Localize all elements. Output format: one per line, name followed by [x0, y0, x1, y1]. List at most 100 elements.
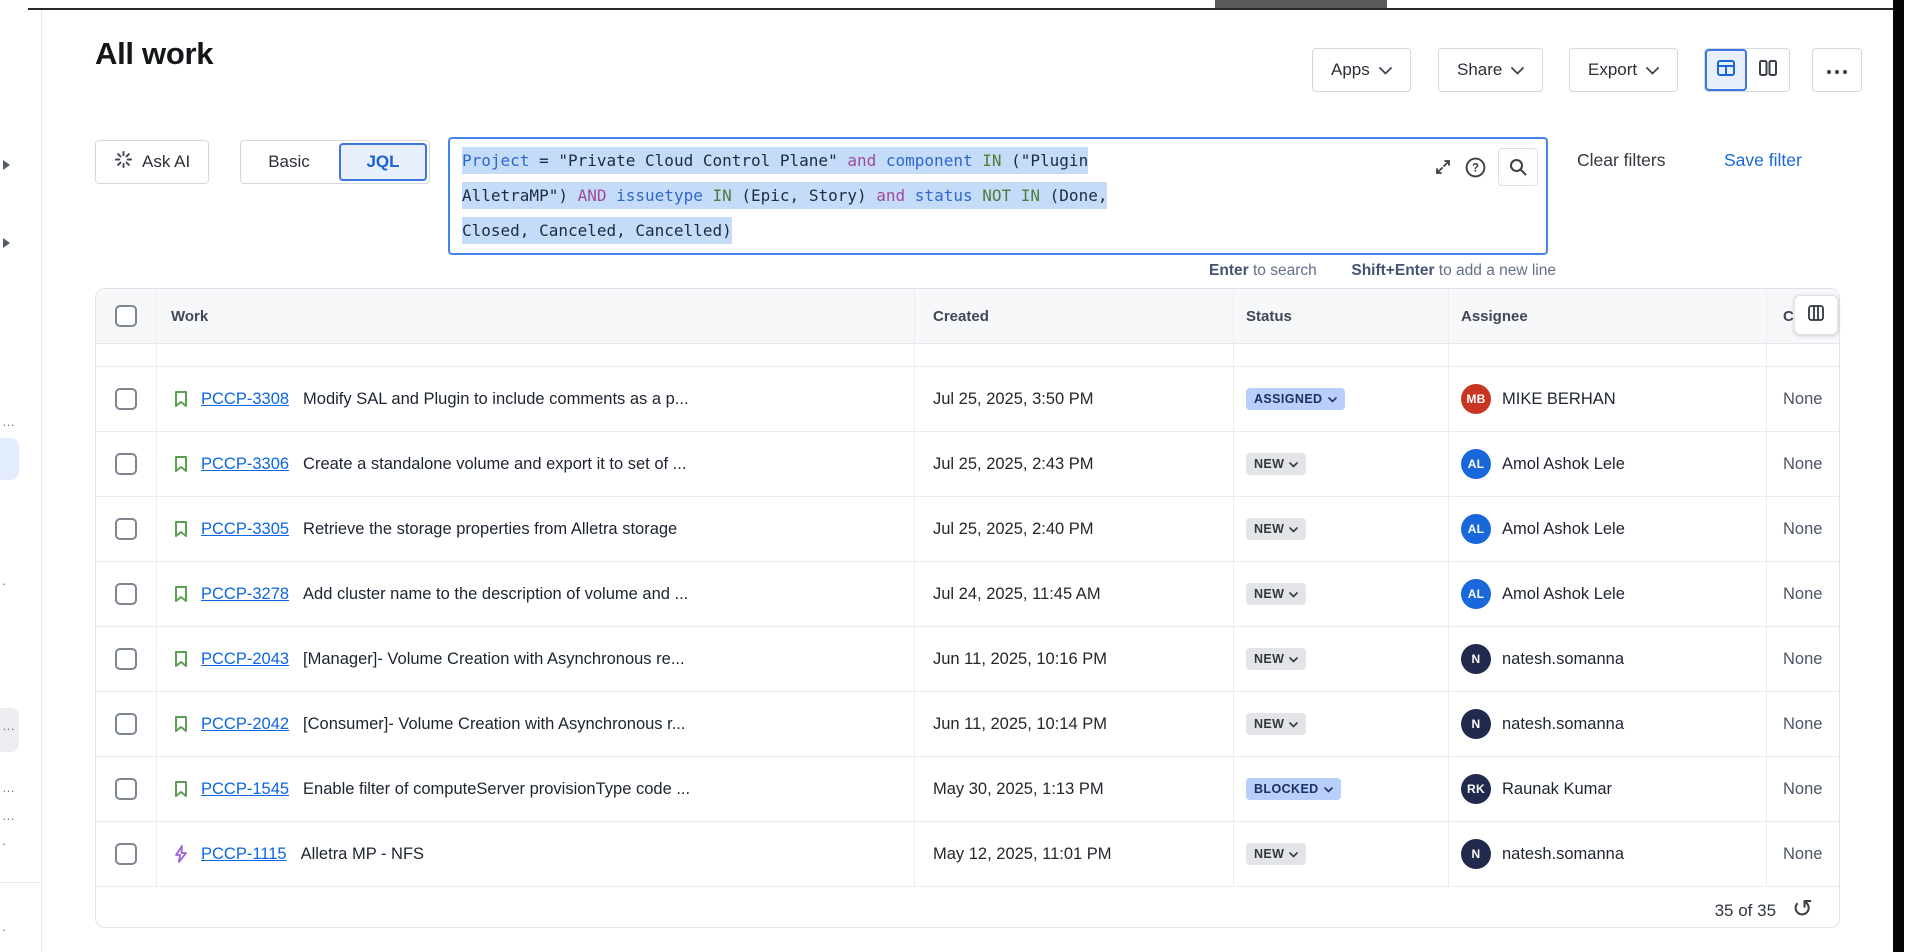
refresh-icon[interactable]: ↺ [1792, 897, 1813, 921]
chevron-down-icon [1289, 717, 1298, 731]
status-label: NEW [1254, 587, 1284, 601]
column-header-status[interactable]: Status [1233, 289, 1448, 343]
table-row[interactable]: PCCP-3306 Create a standalone volume and… [96, 432, 1839, 497]
issue-key-link[interactable]: PCCP-2042 [201, 715, 289, 734]
status-badge[interactable]: ASSIGNED [1246, 388, 1345, 410]
row-checkbox[interactable] [115, 648, 137, 670]
avatar: RK [1461, 774, 1491, 804]
ask-ai-button[interactable]: Ask AI [95, 140, 209, 184]
sidebar-item-fragment[interactable]: · [2, 836, 8, 851]
row-checkbox[interactable] [115, 518, 137, 540]
issue-key-link[interactable]: PCCP-3305 [201, 520, 289, 539]
extra-column-value: None [1766, 367, 1840, 431]
assignee-cell[interactable]: AL Amol Ashok Lele [1448, 432, 1766, 496]
help-icon[interactable]: ? [1464, 156, 1487, 179]
chevron-down-icon [1289, 652, 1298, 666]
save-filter-button[interactable]: Save filter [1724, 150, 1802, 171]
issue-key-link[interactable]: PCCP-3308 [201, 390, 289, 409]
assignee-cell[interactable]: AL Amol Ashok Lele [1448, 562, 1766, 626]
assignee-cell[interactable]: N natesh.somanna [1448, 627, 1766, 691]
issue-key-link[interactable]: PCCP-1545 [201, 780, 289, 799]
apps-button-label: Apps [1331, 60, 1370, 80]
sidebar-item-fragment[interactable]: … [2, 780, 17, 795]
list-view-toggle[interactable] [1705, 49, 1747, 91]
status-badge[interactable]: BLOCKED [1246, 778, 1341, 800]
issue-key-link[interactable]: PCCP-2043 [201, 650, 289, 669]
chevron-down-icon [1328, 392, 1337, 406]
chevron-right-icon[interactable] [3, 160, 10, 170]
sidebar-item-fragment[interactable]: … [2, 808, 17, 823]
row-checkbox[interactable] [115, 583, 137, 605]
table-row[interactable]: PCCP-1545 Enable filter of computeServer… [96, 757, 1839, 822]
table-row[interactable]: PCCP-3305 Retrieve the storage propertie… [96, 497, 1839, 562]
more-actions-button[interactable] [1812, 48, 1862, 92]
table-row-partial [96, 344, 1839, 367]
issue-key-link[interactable]: PCCP-3306 [201, 455, 289, 474]
row-checkbox[interactable] [115, 778, 137, 800]
column-header-work[interactable]: Work [156, 289, 914, 343]
assignee-cell[interactable]: N natesh.somanna [1448, 822, 1766, 886]
detail-view-toggle[interactable] [1747, 49, 1789, 91]
table-view-icon [1715, 57, 1737, 84]
issue-key-link[interactable]: PCCP-3278 [201, 585, 289, 604]
ellipsis-icon [1826, 60, 1848, 80]
jql-editor[interactable]: Project = "Private Cloud Control Plane" … [448, 137, 1548, 255]
status-badge[interactable]: NEW [1246, 713, 1306, 735]
table-row[interactable]: PCCP-2043 [Manager]- Volume Creation wit… [96, 627, 1839, 692]
jql-mode-tab[interactable]: JQL [339, 143, 427, 181]
row-checkbox[interactable] [115, 843, 137, 865]
column-header-created[interactable]: Created [914, 289, 1233, 343]
table-row[interactable]: PCCP-1115 Alletra MP - NFS May 12, 2025,… [96, 822, 1839, 887]
expand-icon[interactable] [1433, 157, 1453, 177]
sidebar-item-fragment[interactable]: … [2, 718, 17, 733]
assignee-cell[interactable]: N natesh.somanna [1448, 692, 1766, 756]
extra-column-value: None [1766, 562, 1840, 626]
columns-icon [1806, 303, 1826, 328]
sidebar-selected-item-fragment[interactable] [0, 438, 19, 480]
jql-query-text[interactable]: Project = "Private Cloud Control Plane" … [462, 143, 1426, 248]
issue-key-link[interactable]: PCCP-1115 [201, 845, 287, 864]
column-header-assignee[interactable]: Assignee [1448, 289, 1766, 343]
created-date: Jul 25, 2025, 2:43 PM [914, 432, 1233, 496]
story-icon [171, 779, 191, 799]
assignee-cell[interactable]: AL Amol Ashok Lele [1448, 497, 1766, 561]
status-label: NEW [1254, 847, 1284, 861]
table-row[interactable]: PCCP-3278 Add cluster name to the descri… [96, 562, 1839, 627]
export-button[interactable]: Export [1569, 48, 1678, 92]
basic-mode-tab[interactable]: Basic [241, 141, 337, 183]
chevron-right-icon[interactable] [3, 238, 10, 248]
status-badge[interactable]: NEW [1246, 583, 1306, 605]
apps-button[interactable]: Apps [1312, 48, 1411, 92]
avatar: N [1461, 839, 1491, 869]
created-date: Jun 11, 2025, 10:14 PM [914, 692, 1233, 756]
column-settings-button[interactable] [1794, 295, 1838, 335]
row-checkbox[interactable] [115, 388, 137, 410]
status-badge[interactable]: NEW [1246, 648, 1306, 670]
table-row[interactable]: PCCP-3308 Modify SAL and Plugin to inclu… [96, 367, 1839, 432]
assignee-cell[interactable]: RK Raunak Kumar [1448, 757, 1766, 821]
status-label: NEW [1254, 457, 1284, 471]
chevron-down-icon [1289, 847, 1298, 861]
chevron-down-icon [1289, 587, 1298, 601]
share-button[interactable]: Share [1438, 48, 1543, 92]
select-all-checkbox[interactable] [115, 305, 137, 327]
sidebar-item-fragment[interactable]: … [2, 414, 17, 429]
assignee-cell[interactable]: MB MIKE BERHAN [1448, 367, 1766, 431]
row-checkbox[interactable] [115, 713, 137, 735]
assignee-name: Amol Ashok Lele [1502, 585, 1625, 604]
status-badge[interactable]: NEW [1246, 843, 1306, 865]
row-count: 35 of 35 [1715, 901, 1776, 921]
story-icon [171, 714, 191, 734]
story-icon [171, 389, 191, 409]
sidebar-item-fragment[interactable]: · [2, 922, 8, 937]
issue-summary: Modify SAL and Plugin to include comment… [303, 390, 689, 409]
status-badge[interactable]: NEW [1246, 518, 1306, 540]
search-icon[interactable] [1498, 148, 1538, 186]
chevron-down-icon [1511, 60, 1524, 80]
share-button-label: Share [1457, 60, 1502, 80]
sidebar-item-fragment[interactable]: · [2, 576, 8, 591]
clear-filters-button[interactable]: Clear filters [1577, 150, 1666, 171]
row-checkbox[interactable] [115, 453, 137, 475]
table-row[interactable]: PCCP-2042 [Consumer]- Volume Creation wi… [96, 692, 1839, 757]
status-badge[interactable]: NEW [1246, 453, 1306, 475]
